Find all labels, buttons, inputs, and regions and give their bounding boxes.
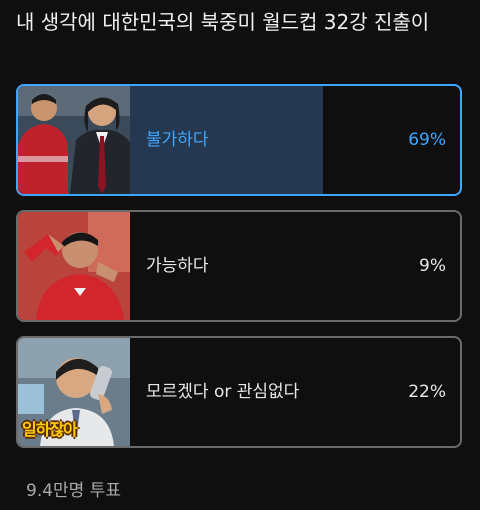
poll-option-2[interactable]: 가능하다 9% (16, 210, 462, 322)
vote-count: 9.4만명 투표 (26, 481, 121, 501)
poll-option-3-image-caption: 일하잖아 (22, 420, 78, 439)
poll-option-3-label: 모르겠다 or 관심없다 (146, 382, 300, 402)
poll-option-1-image (18, 86, 130, 194)
poll-question: 내 생각에 대한민국의 북중미 월드컵 32강 진출이 (16, 10, 430, 34)
poll-option-3-percent: 22% (408, 382, 446, 402)
poll-option-1[interactable]: 불가하다 69% (16, 84, 462, 196)
poll-option-2-label: 가능하다 (146, 256, 209, 276)
poll-option-1-label: 불가하다 (146, 130, 209, 150)
poll-option-3-image: 일하잖아 (18, 338, 130, 446)
poll-option-2-percent: 9% (419, 256, 446, 276)
poll-option-1-percent: 69% (408, 130, 446, 150)
poll-option-2-image (18, 212, 130, 320)
poll-option-3[interactable]: 일하잖아 모르겠다 or 관심없다 22% (16, 336, 462, 448)
